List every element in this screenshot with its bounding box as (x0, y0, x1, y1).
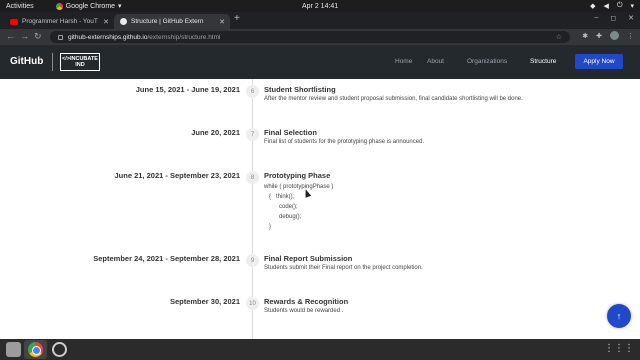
github-logo[interactable]: GitHub (10, 56, 43, 67)
github-icon (120, 18, 127, 25)
minimize-icon[interactable]: – (594, 14, 598, 22)
tab-label: Programmer Harsh - YouT (22, 18, 98, 25)
app-name-label: Google Chrome (65, 2, 116, 10)
timeline-title: Final Selection (264, 128, 317, 137)
chevron-down-icon: ▾ (630, 3, 634, 10)
timeline-title: Final Report Submission (264, 254, 353, 263)
logo-divider (52, 53, 53, 71)
code-line: code(); (264, 204, 298, 210)
reload-icon[interactable]: ↻ (34, 31, 42, 42)
timeline-title: Prototyping Phase (264, 171, 331, 180)
browser-toolbar: ← → ↻ github-externships.github.io /exte… (0, 29, 640, 45)
timeline-date: September 30, 2021 (169, 297, 240, 306)
chevron-down-icon: ▾ (118, 3, 122, 10)
timeline-number: 7 (246, 128, 259, 141)
timeline-description: Students would be rewarded . (264, 308, 344, 314)
url-host: github-externships.github.io (68, 33, 148, 41)
menu-icon[interactable]: ⋮ (627, 32, 634, 40)
timeline-number: 6 (246, 85, 259, 98)
files-icon[interactable] (6, 342, 21, 357)
tab-structure[interactable]: Structure | GitHub Extern ✕ (114, 14, 230, 29)
activities-button[interactable]: Activities (6, 3, 34, 10)
network-icon: ◆ (590, 3, 596, 10)
timeline-date: June 15, 2021 - June 19, 2021 (135, 85, 240, 94)
os-top-bar: Activities Google Chrome ▾ Apr 2 14:41 ◆… (0, 0, 640, 12)
bookmark-star-icon[interactable]: ☆ (556, 33, 562, 41)
chrome-icon (55, 2, 63, 10)
lock-icon (58, 34, 63, 40)
nav-about[interactable]: About (427, 58, 444, 65)
new-tab-icon[interactable]: + (234, 13, 240, 24)
timeline-description: After the mentor review and student prop… (264, 96, 523, 102)
timeline-number: 8 (246, 171, 259, 184)
puzzle-icon[interactable]: ✚ (596, 32, 602, 40)
close-icon[interactable]: ✕ (219, 18, 225, 26)
maximize-icon[interactable]: ◻ (610, 14, 616, 22)
youtube-icon (10, 18, 18, 25)
code-line: while ( prototypingPhase ) (264, 184, 334, 190)
nav-home[interactable]: Home (395, 58, 412, 65)
code-line: debug(); (264, 214, 302, 220)
power-icon: ⏻ (616, 2, 623, 9)
system-tray[interactable]: ◆ ◀ ⏻ ▾ (590, 2, 634, 10)
timeline-number: 10 (246, 297, 259, 310)
close-icon[interactable]: ✕ (103, 18, 109, 26)
close-window-icon[interactable]: ✕ (628, 14, 634, 22)
timeline-date: September 24, 2021 - September 28, 2021 (93, 254, 240, 263)
timeline-date: June 21, 2021 - September 23, 2021 (114, 171, 241, 180)
nav-organizations[interactable]: Organizations (467, 58, 507, 65)
window-controls: – ◻ ✕ (594, 14, 634, 22)
url-path: /externship/structure.html (147, 33, 221, 41)
app-menu[interactable]: Google Chrome ▾ (55, 2, 122, 10)
nav-structure[interactable]: Structure (530, 58, 556, 65)
extensions-area: ✱ ✚ ⋮ (582, 31, 634, 40)
arrow-up-icon: ↑ (616, 311, 622, 321)
apply-now-button[interactable]: Apply Now (575, 54, 623, 69)
chrome-icon[interactable] (28, 342, 43, 357)
tab-strip: Programmer Harsh - YouT ✕ Structure | Gi… (0, 12, 640, 29)
scroll-to-top-button[interactable]: ↑ (607, 304, 631, 328)
code-line: { think(); (264, 194, 295, 200)
tab-label: Structure | GitHub Extern (131, 18, 204, 25)
timeline-code: while ( prototypingPhase ) { think(); co… (264, 182, 333, 232)
back-icon[interactable]: ← (6, 31, 15, 41)
timeline-number: 9 (246, 254, 259, 267)
incubate-logo[interactable]: </>INCUBATE IND (60, 53, 100, 71)
profile-avatar[interactable] (610, 31, 619, 40)
tab-youtube[interactable]: Programmer Harsh - YouT ✕ (4, 14, 114, 29)
timeline-title: Rewards & Recognition (264, 297, 349, 306)
forward-icon[interactable]: → (20, 31, 29, 41)
volume-icon: ◀ (603, 3, 609, 10)
address-bar[interactable]: github-externships.github.io /externship… (50, 31, 570, 43)
timeline-description: Final list of students for the prototypi… (264, 139, 425, 145)
app-icon[interactable] (52, 342, 67, 357)
dock: ⋮⋮⋮ (0, 339, 640, 360)
site-header: GitHub </>INCUBATE IND Home About Organiz… (0, 45, 640, 79)
clock[interactable]: Apr 2 14:41 (302, 3, 338, 10)
timeline: June 15, 2021 - June 19, 2021 6 Student … (0, 79, 640, 339)
timeline-date: June 20, 2021 (191, 128, 240, 137)
timeline-description: Students submit their Final report on th… (264, 265, 423, 271)
app-grid-icon[interactable]: ⋮⋮⋮ (604, 344, 634, 354)
extension-icon[interactable]: ✱ (582, 32, 588, 40)
timeline-title: Student Shortlisting (264, 85, 336, 94)
code-line: } (264, 224, 272, 230)
